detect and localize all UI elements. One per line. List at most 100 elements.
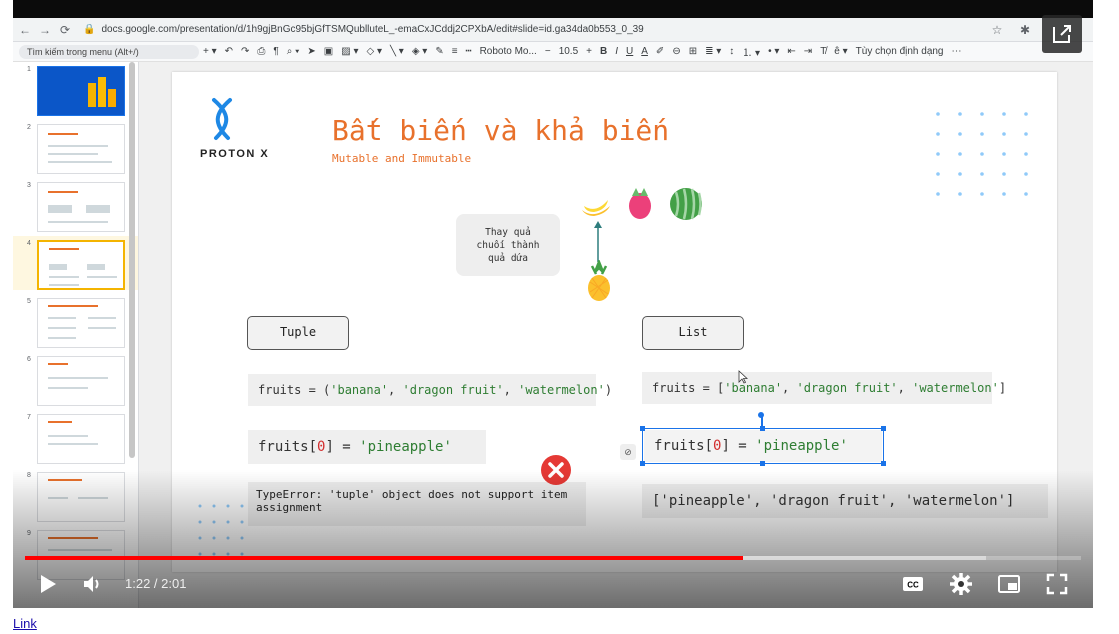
thumbnail-slide-4[interactable]: 4 bbox=[13, 236, 138, 290]
print-icon[interactable]: ⎙ bbox=[257, 46, 265, 57]
code-text: ] = bbox=[325, 439, 360, 455]
settings-gear-icon[interactable] bbox=[949, 572, 973, 596]
slides-toolbar: Tìm kiếm trong menu (Alt+/) + ▾ ↶ ↷ ⎙ ¶ … bbox=[13, 42, 1093, 62]
resize-handle[interactable] bbox=[881, 461, 886, 466]
fill-color-icon[interactable]: ◈ ▾ bbox=[412, 46, 428, 57]
code-text: , bbox=[782, 381, 797, 395]
note-line: Thay quả bbox=[485, 226, 531, 238]
extension-icon[interactable]: ✱ bbox=[1017, 23, 1033, 37]
font-size-value[interactable]: 10.5 bbox=[559, 46, 578, 57]
image-icon[interactable]: ▨ ▾ bbox=[341, 46, 358, 57]
lock-icon: 🔒 bbox=[83, 24, 96, 35]
tuple-label-box: Tuple bbox=[247, 316, 349, 350]
clear-format-icon[interactable]: T̸ bbox=[820, 46, 826, 57]
slide-thumbnail-panel[interactable]: 1 2 3 4 5 6 7 8 9 bbox=[13, 62, 139, 608]
border-weight-icon[interactable]: ≡ bbox=[452, 46, 458, 57]
menu-search-input[interactable]: Tìm kiếm trong menu (Alt+/) bbox=[19, 44, 199, 59]
code-string: 'dragon fruit' bbox=[796, 381, 898, 395]
error-x-icon bbox=[541, 455, 571, 485]
thumbnail-slide-3[interactable]: 3 bbox=[13, 178, 138, 232]
thumbnail-image bbox=[37, 66, 125, 116]
progress-played bbox=[25, 556, 744, 560]
border-color-icon[interactable]: ✎ bbox=[435, 46, 443, 57]
thumbnail-slide-2[interactable]: 2 bbox=[13, 120, 138, 174]
thumbnail-slide-6[interactable]: 6 bbox=[13, 352, 138, 406]
note-bubble: Thay quả chuối thành quả dứa bbox=[456, 214, 560, 276]
comment-icon[interactable]: ⊞ bbox=[689, 46, 697, 57]
thumbnail-slide-8[interactable]: 8 bbox=[13, 468, 138, 522]
captions-icon[interactable]: CC bbox=[901, 572, 925, 596]
select-icon[interactable]: ➤ bbox=[307, 46, 315, 57]
thumbnail-scrollbar[interactable] bbox=[129, 62, 135, 458]
new-slide-icon[interactable]: + ▾ bbox=[203, 46, 217, 57]
video-player[interactable]: ← → ⟳ 🔒 docs.google.com/presentation/d/1… bbox=[13, 0, 1093, 608]
code-text: fruits[ bbox=[258, 439, 318, 455]
progress-bar[interactable] bbox=[25, 556, 1081, 560]
undo-icon[interactable]: ↶ bbox=[225, 46, 233, 57]
thumbnail-number: 8 bbox=[27, 472, 31, 479]
resize-handle[interactable] bbox=[640, 461, 645, 466]
miniplayer-icon[interactable] bbox=[997, 572, 1021, 596]
reload-icon[interactable]: ⟳ bbox=[57, 23, 73, 37]
resize-handle[interactable] bbox=[640, 426, 645, 431]
redo-icon[interactable]: ↷ bbox=[241, 46, 249, 57]
numbered-list-icon[interactable]: ⒈ ▾ bbox=[742, 44, 760, 59]
browser-chrome: ← → ⟳ 🔒 docs.google.com/presentation/d/1… bbox=[13, 18, 1093, 42]
link-off-icon[interactable]: ⊘ bbox=[620, 444, 636, 460]
thumbnail-slide-1[interactable]: 1 bbox=[13, 62, 138, 116]
line-spacing-icon[interactable]: ↕ bbox=[729, 46, 734, 57]
font-size-increase[interactable]: + bbox=[586, 46, 592, 57]
note-line: chuối thành bbox=[476, 239, 540, 251]
rotate-handle[interactable] bbox=[758, 412, 764, 418]
back-arrow-icon[interactable]: ← bbox=[17, 23, 33, 37]
italic-icon[interactable]: I bbox=[615, 46, 618, 57]
dragon-fruit-icon bbox=[629, 188, 651, 219]
code-string: 'watermelon' bbox=[912, 381, 999, 395]
resize-handle[interactable] bbox=[881, 426, 886, 431]
code-text: fruits = [ bbox=[652, 381, 725, 395]
bold-icon[interactable]: B bbox=[600, 46, 607, 57]
slide-canvas[interactable]: PROTON X Bất biến và khả biến Mutable an… bbox=[172, 72, 1057, 572]
format-options-button[interactable]: Tùy chọn định dạng bbox=[856, 46, 944, 57]
textbox-icon[interactable]: ▣ bbox=[324, 46, 333, 57]
mouse-cursor-icon bbox=[738, 370, 748, 384]
thumbnail-slide-7[interactable]: 7 bbox=[13, 410, 138, 464]
border-dash-icon[interactable]: ┅ bbox=[466, 46, 472, 57]
highlight-icon[interactable]: ✐ bbox=[656, 46, 664, 57]
resize-handle[interactable] bbox=[760, 461, 765, 466]
thumbnail-number: 5 bbox=[27, 298, 31, 305]
thumbnail-image bbox=[37, 240, 125, 290]
fullscreen-icon[interactable] bbox=[1045, 572, 1069, 596]
underline-icon[interactable]: U bbox=[626, 46, 633, 57]
thumbnail-number: 4 bbox=[27, 240, 31, 247]
shape-icon[interactable]: ◇ ▾ bbox=[366, 46, 382, 57]
star-icon[interactable]: ☆ bbox=[989, 23, 1005, 37]
font-size-decrease[interactable]: − bbox=[545, 46, 551, 57]
zoom-icon[interactable]: ⌕ ▾ bbox=[287, 46, 300, 57]
more-icon[interactable]: ⋯ bbox=[952, 46, 962, 57]
thumbnail-number: 2 bbox=[27, 124, 31, 131]
input-tools-icon[interactable]: ê ▾ bbox=[834, 46, 847, 57]
tuple-assignment-code: fruits[ 0 ] = 'pineapple' bbox=[248, 430, 486, 464]
bulleted-list-icon[interactable]: • ▾ bbox=[768, 46, 779, 57]
paint-format-icon[interactable]: ¶ bbox=[273, 46, 278, 57]
link-icon[interactable]: ⊖ bbox=[672, 46, 680, 57]
thumbnail-slide-5[interactable]: 5 bbox=[13, 294, 138, 348]
code-number: 0 bbox=[317, 439, 326, 455]
align-icon[interactable]: ≣ ▾ bbox=[705, 46, 721, 57]
open-in-new-button[interactable] bbox=[1042, 15, 1082, 53]
volume-icon[interactable] bbox=[81, 572, 105, 596]
indent-less-icon[interactable]: ⇤ bbox=[787, 46, 795, 57]
code-text: ) bbox=[604, 383, 613, 397]
font-select[interactable]: Roboto Mo... bbox=[480, 46, 537, 57]
line-icon[interactable]: ╲ ▾ bbox=[390, 46, 404, 57]
forward-arrow-icon[interactable]: → bbox=[37, 23, 53, 37]
selection-frame[interactable] bbox=[640, 426, 886, 466]
play-icon[interactable] bbox=[35, 572, 59, 596]
thumbnail-number: 3 bbox=[27, 182, 31, 189]
time-display: 1:22 / 2:01 bbox=[125, 576, 187, 591]
text-color-icon[interactable]: A bbox=[641, 46, 648, 57]
link[interactable]: Link bbox=[13, 616, 37, 631]
indent-more-icon[interactable]: ⇥ bbox=[804, 46, 812, 57]
address-bar[interactable]: 🔒 docs.google.com/presentation/d/1h9gjBn… bbox=[83, 24, 985, 35]
